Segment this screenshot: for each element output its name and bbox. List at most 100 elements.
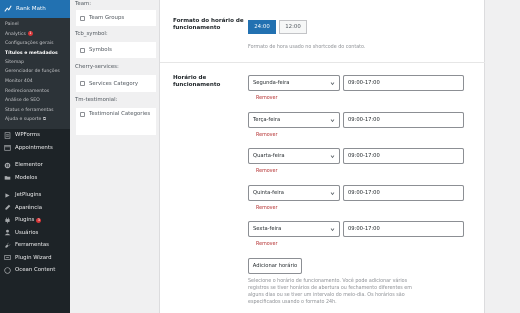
- select-value: Sexta-feira: [253, 226, 282, 232]
- list-item-label: Services Category: [89, 80, 139, 87]
- rank-math-icon: [4, 5, 12, 13]
- remove-link-1[interactable]: Remover: [256, 96, 277, 101]
- jetplugins-icon: [4, 192, 11, 199]
- time-input-3[interactable]: 09:00-17:00: [343, 148, 464, 164]
- add-hours-button[interactable]: Adicionar horário: [248, 258, 302, 274]
- day-select-1[interactable]: Segunda-feira: [248, 75, 340, 91]
- notification-badge: 1: [27, 30, 33, 36]
- chevron-down-icon: [330, 81, 335, 86]
- list-item-label: Symbols: [89, 47, 112, 53]
- sidebar-item-elementor[interactable]: Elementor: [0, 159, 70, 172]
- app-window: Rank Math Painel Analytics 1 Configuraçõe…: [0, 0, 520, 313]
- list-item-symbols[interactable]: Symbols: [76, 42, 156, 59]
- format-label: Formato do horário de funcionamento: [173, 18, 244, 31]
- list-item-services-category[interactable]: Services Category: [76, 75, 156, 93]
- remove-link-2[interactable]: Remover: [256, 133, 277, 138]
- submenu-item-painel[interactable]: Painel: [0, 20, 70, 30]
- sidebar-item-label: Ferramentas: [15, 242, 49, 249]
- sidebar-item-modelos[interactable]: Modelos: [0, 171, 70, 184]
- notification-badge: 3: [36, 217, 42, 223]
- wizard-icon: [4, 254, 11, 261]
- hours-label: Horário de funcionamento: [173, 75, 221, 88]
- time-format-toggle: 24:00 12:00: [248, 20, 307, 34]
- external-link-icon: ⧉: [42, 117, 47, 123]
- list-item-testimonial-categories[interactable]: Testimonial Categories: [76, 108, 156, 136]
- sidebar-item-label: Plugin Wizard: [15, 254, 52, 261]
- chevron-down-icon: [330, 118, 335, 123]
- sidebar-item-usuarios[interactable]: Usuários: [0, 226, 70, 239]
- time-input-1[interactable]: 09:00-17:00: [343, 75, 464, 91]
- format-24h-button[interactable]: 24:00: [248, 20, 276, 34]
- day-select-3[interactable]: Quarta-feira: [248, 148, 340, 164]
- calendar-icon: [4, 144, 11, 151]
- sidebar-item-label: Ocean Content: [15, 267, 56, 274]
- sidebar-item-ocean-content[interactable]: Ocean Content: [0, 264, 70, 277]
- sidebar-item-plugin-wizard[interactable]: Plugin Wizard: [0, 251, 70, 264]
- sidebar-item-plugins[interactable]: Plugins 3: [0, 214, 70, 227]
- group-title-tm-testimonial: Tm-testimonial:: [70, 93, 159, 108]
- rank-math-submenu: Painel Analytics 1 Configurações gerais T…: [0, 18, 70, 129]
- submenu-item-status[interactable]: Status e ferramentas: [0, 106, 70, 116]
- sidebar-item-label: Rank Math: [16, 6, 46, 12]
- select-value: Segunda-feira: [253, 80, 290, 86]
- select-value: Terça-feira: [253, 117, 281, 123]
- sidebar-item-aparencia[interactable]: Aparência: [0, 201, 70, 214]
- settings-card: Formato do horário de funcionamento 24:0…: [160, 0, 485, 313]
- checkbox[interactable]: [80, 81, 85, 86]
- list-item-label: Testimonial Categories: [89, 111, 151, 117]
- time-input-4[interactable]: 09:00-17:00: [343, 185, 464, 201]
- submenu-item-analytics[interactable]: Analytics 1: [0, 30, 70, 40]
- checkbox[interactable]: [80, 15, 85, 21]
- sidebar-item-jetplugins[interactable]: JetPlugins: [0, 189, 70, 202]
- time-input-5[interactable]: 09:00-17:00: [343, 221, 464, 237]
- day-select-4[interactable]: Quinta-feira: [248, 185, 340, 201]
- list-item-label: Team Groups: [89, 15, 125, 21]
- sidebar-item-rank-math[interactable]: Rank Math: [0, 0, 70, 18]
- group-title-cherry-services: Cherry-services:: [70, 59, 159, 75]
- submenu-item-ajuda[interactable]: Ajuda e suporte ⧉: [0, 115, 70, 125]
- submenu-item-analise[interactable]: Análise de SEO: [0, 96, 70, 106]
- brush-icon: [4, 204, 11, 211]
- remove-link-5[interactable]: Remover: [256, 242, 277, 247]
- elementor-icon: [4, 162, 11, 169]
- time-input-2[interactable]: 09:00-17:00: [343, 112, 464, 128]
- wpforms-icon: [4, 132, 11, 139]
- main-content: Formato do horário de funcionamento 24:0…: [160, 0, 520, 313]
- submenu-item-titulos[interactable]: Títulos e metadados: [0, 49, 70, 59]
- chevron-down-icon: [330, 154, 335, 159]
- day-select-5[interactable]: Sexta-feira: [248, 221, 340, 237]
- select-value: Quinta-feira: [253, 190, 284, 196]
- sidebar-item-label: Plugins: [15, 217, 35, 224]
- sidebar-item-label: WPForms: [15, 132, 40, 139]
- format-help-text: Formato de hora usado no shortcode do co…: [248, 45, 366, 50]
- hours-help-text: Selecione o horário de funcionamento. Vo…: [248, 279, 412, 305]
- submenu-item-monitor[interactable]: Monitor 404: [0, 77, 70, 87]
- sidebar-item-label: Usuários: [15, 229, 39, 236]
- sidebar-item-ferramentas[interactable]: Ferramentas: [0, 239, 70, 252]
- submenu-item-sitemap[interactable]: Sitemap: [0, 58, 70, 68]
- checkbox[interactable]: [80, 112, 85, 117]
- submenu-item-label: Ajuda e suporte: [5, 117, 42, 123]
- submenu-item-label: Analytics: [5, 31, 26, 37]
- list-item-team-groups[interactable]: Team Groups: [76, 10, 156, 27]
- group-title-team: Team:: [70, 0, 159, 10]
- folder-icon: [4, 174, 11, 181]
- sidebar-item-wpforms[interactable]: WPForms: [0, 129, 70, 142]
- users-icon: [4, 229, 11, 236]
- sidebar-item-appointments[interactable]: Appointments: [0, 141, 70, 154]
- day-select-2[interactable]: Terça-feira: [248, 112, 340, 128]
- checkbox[interactable]: [80, 47, 85, 53]
- sidebar-item-label: Aparência: [15, 204, 43, 211]
- select-value: Quarta-feira: [253, 153, 285, 159]
- sidebar-item-label: Appointments: [15, 144, 53, 151]
- divider: [160, 62, 485, 63]
- plugin-icon: [4, 217, 11, 224]
- submenu-item-funcoes[interactable]: Gerenciador de funções: [0, 68, 70, 77]
- remove-link-3[interactable]: Remover: [256, 169, 277, 174]
- post-type-list: Team: Team Groups Tcb_symbol: Symbols Ch…: [70, 0, 160, 313]
- submenu-item-redirecionamentos[interactable]: Redirecionamentos: [0, 87, 70, 97]
- format-12h-button[interactable]: 12:00: [279, 20, 307, 34]
- submenu-item-configuracoes[interactable]: Configurações gerais: [0, 39, 70, 49]
- sidebar-item-label: Elementor: [15, 162, 43, 169]
- remove-link-4[interactable]: Remover: [256, 206, 277, 211]
